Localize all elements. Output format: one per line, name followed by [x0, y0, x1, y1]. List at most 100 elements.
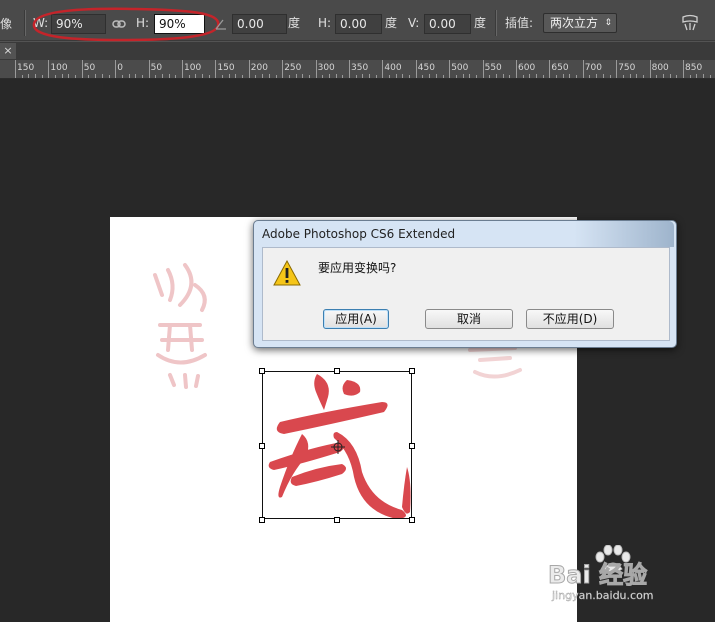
- ruler-minor-tick: [709, 75, 711, 78]
- document-tab-row: [0, 42, 715, 60]
- ruler-label: 300: [317, 63, 335, 73]
- transform-handle-bottom-right[interactable]: [409, 517, 415, 523]
- ruler-major-tick: [282, 60, 284, 78]
- transform-handle-bottom-left[interactable]: [259, 517, 265, 523]
- interpolation-select[interactable]: 两次立方 ⇕: [543, 13, 617, 33]
- tab-close-button[interactable]: ×: [0, 43, 16, 59]
- ruler-label: 50: [83, 63, 96, 73]
- transform-handle-left[interactable]: [259, 443, 265, 449]
- ruler-label: 650: [551, 63, 569, 73]
- angle-icon: [214, 16, 228, 30]
- ruler-minor-tick: [188, 75, 190, 78]
- dialog-title: Adobe Photoshop CS6 Extended: [262, 227, 456, 241]
- dont-apply-button[interactable]: 不应用(D): [526, 309, 614, 329]
- ruler-minor-tick: [636, 74, 638, 78]
- ruler-minor-tick: [562, 74, 564, 78]
- ruler-major-tick: [549, 60, 551, 78]
- ruler-minor-tick: [255, 75, 257, 78]
- ruler-minor-tick: [175, 75, 177, 78]
- ruler-minor-tick: [168, 74, 170, 78]
- transform-handle-top-left[interactable]: [259, 368, 265, 374]
- faded-calligraphy-left: [153, 263, 207, 389]
- ruler-minor-tick: [435, 74, 437, 78]
- ruler-minor-tick: [235, 74, 237, 78]
- ruler-minor-tick: [489, 75, 491, 78]
- ruler-minor-tick: [389, 75, 391, 78]
- skew-h-input[interactable]: 0.00: [335, 14, 382, 34]
- reference-point-label[interactable]: 像: [0, 14, 12, 34]
- ruler-label: 700: [584, 63, 602, 73]
- ruler-minor-tick: [409, 75, 411, 78]
- transform-handle-top-right[interactable]: [409, 368, 415, 374]
- ruler-major-tick: [15, 60, 16, 78]
- ruler-label: 550: [484, 63, 502, 73]
- ruler-minor-tick: [68, 74, 70, 78]
- ruler-minor-tick: [522, 75, 524, 78]
- ruler-label: 500: [451, 63, 469, 73]
- ruler-minor-tick: [121, 75, 123, 78]
- ruler-minor-tick: [128, 74, 130, 78]
- ruler-major-tick: [415, 60, 417, 78]
- skew-v-unit: 度: [474, 16, 487, 30]
- ruler-minor-tick: [362, 74, 364, 78]
- ruler-minor-tick: [295, 74, 297, 78]
- ruler-minor-tick: [576, 75, 578, 78]
- ruler-minor-tick: [556, 75, 558, 78]
- transform-handle-bottom[interactable]: [334, 517, 340, 523]
- ruler-major-tick: [516, 60, 517, 78]
- dialog-titlebar-shade: [574, 221, 674, 247]
- ruler-minor-tick: [141, 75, 143, 78]
- skew-v-input[interactable]: 0.00: [424, 14, 471, 34]
- ruler-minor-tick: [462, 74, 464, 78]
- ruler-minor-tick: [268, 74, 270, 78]
- ruler-label: 50: [150, 63, 163, 73]
- ruler-minor-tick: [642, 75, 644, 78]
- ruler-label: 150: [17, 63, 35, 73]
- pivot-point-icon[interactable]: [331, 440, 345, 454]
- ruler-major-tick: [683, 60, 684, 78]
- ruler-minor-tick: [469, 74, 471, 78]
- ruler-minor-tick: [275, 75, 277, 78]
- ruler-minor-tick: [536, 74, 538, 78]
- ruler-minor-tick: [262, 74, 264, 78]
- cancel-button[interactable]: 取消: [425, 309, 513, 329]
- ruler-label: 200: [250, 63, 268, 73]
- ruler-minor-tick: [61, 74, 63, 78]
- chevron-updown-icon: ⇕: [604, 18, 612, 28]
- ruler-minor-tick: [342, 75, 344, 78]
- ruler-minor-tick: [195, 74, 197, 78]
- ruler-minor-tick: [669, 74, 671, 78]
- ruler-minor-tick: [308, 75, 310, 78]
- ruler-minor-tick: [101, 74, 103, 78]
- ruler-label: 800: [651, 63, 669, 73]
- ruler-minor-tick: [208, 75, 210, 78]
- ruler-minor-tick: [696, 74, 698, 78]
- warp-icon[interactable]: [680, 13, 700, 33]
- ruler-minor-tick: [442, 75, 444, 78]
- ruler-minor-tick: [222, 75, 224, 78]
- transform-handle-right[interactable]: [409, 443, 415, 449]
- transform-handle-top[interactable]: [334, 368, 340, 374]
- ruler-label: 100: [50, 63, 68, 73]
- ruler-label: 450: [417, 63, 435, 73]
- ruler-minor-tick: [395, 74, 397, 78]
- ruler-label: 850: [685, 63, 703, 73]
- ruler-minor-tick: [75, 75, 77, 78]
- ruler-label: 350: [351, 63, 369, 73]
- ruler-major-tick: [449, 60, 451, 78]
- ruler-minor-tick: [108, 75, 110, 78]
- apply-button[interactable]: 应用(A): [323, 309, 389, 329]
- ruler-minor-tick: [703, 74, 705, 78]
- ruler-major-tick: [115, 60, 117, 78]
- ruler-major-tick: [48, 60, 50, 78]
- angle-unit: 度: [288, 16, 301, 30]
- options-separator-2: [495, 10, 497, 36]
- watermark-brand: Bai 经验: [547, 561, 648, 590]
- interpolation-label: 插值:: [505, 16, 534, 30]
- ruler-major-tick: [582, 60, 584, 78]
- ruler-minor-tick: [328, 74, 330, 78]
- angle-input[interactable]: 0.00: [232, 14, 287, 34]
- ruler-minor-tick: [288, 75, 290, 78]
- ruler-minor-tick: [622, 75, 624, 78]
- ruler-major-tick: [182, 60, 183, 78]
